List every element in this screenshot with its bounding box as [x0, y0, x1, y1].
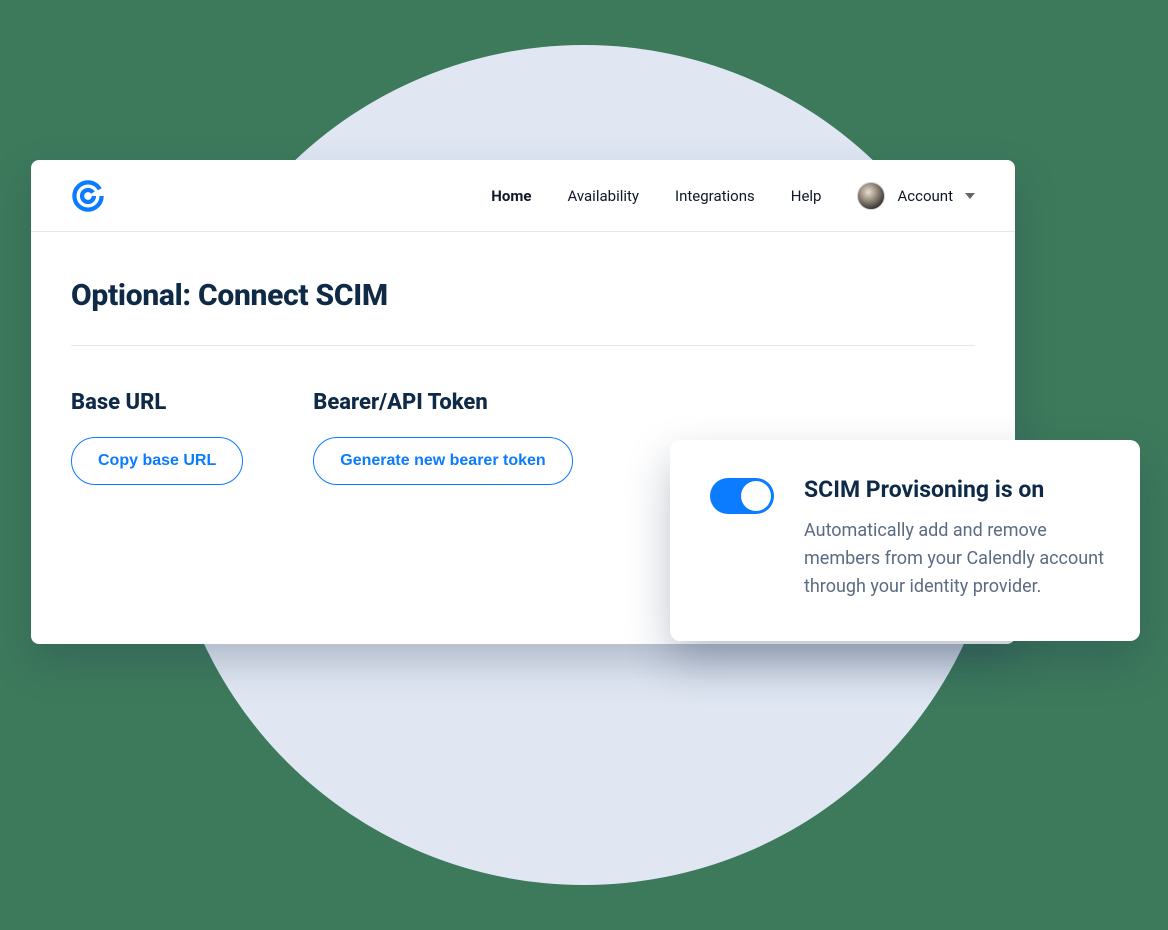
- nav-home[interactable]: Home: [491, 187, 531, 205]
- nav-availability[interactable]: Availability: [567, 187, 639, 205]
- page-title: Optional: Connect SCIM: [71, 278, 975, 313]
- nav-items: Home Availability Integrations Help Acco…: [491, 182, 975, 210]
- top-nav: Home Availability Integrations Help Acco…: [31, 160, 1015, 232]
- calendly-logo-icon[interactable]: [71, 179, 105, 213]
- divider: [71, 345, 975, 346]
- scim-provisioning-toggle[interactable]: [710, 478, 774, 514]
- base-url-heading: Base URL: [71, 390, 243, 415]
- generate-bearer-token-button[interactable]: Generate new bearer token: [313, 437, 572, 485]
- account-label: Account: [897, 187, 953, 205]
- scim-popup-description: Automatically add and remove members fro…: [804, 517, 1106, 601]
- bearer-token-section: Bearer/API Token Generate new bearer tok…: [313, 390, 572, 485]
- account-menu[interactable]: Account: [857, 182, 975, 210]
- scim-provisioning-card: SCIM Provisoning is on Automatically add…: [670, 440, 1140, 641]
- toggle-knob: [741, 481, 771, 511]
- bearer-token-heading: Bearer/API Token: [313, 390, 572, 415]
- chevron-down-icon: [965, 193, 975, 199]
- scim-popup-title: SCIM Provisoning is on: [804, 476, 1106, 503]
- avatar: [857, 182, 885, 210]
- nav-integrations[interactable]: Integrations: [675, 187, 755, 205]
- nav-help[interactable]: Help: [791, 187, 822, 205]
- base-url-section: Base URL Copy base URL: [71, 390, 243, 485]
- copy-base-url-button[interactable]: Copy base URL: [71, 437, 243, 485]
- popup-text: SCIM Provisoning is on Automatically add…: [804, 476, 1106, 601]
